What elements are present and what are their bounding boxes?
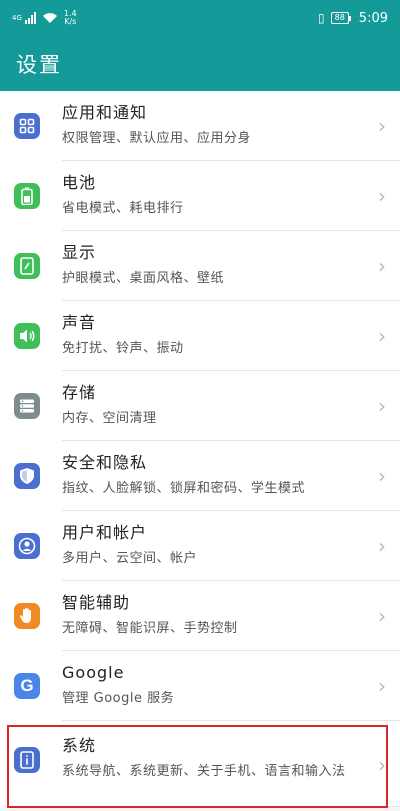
chevron-right-icon: › <box>378 604 386 628</box>
item-subtitle: 指纹、人脸解锁、锁屏和密码、学生模式 <box>62 481 306 496</box>
clock: 5:09 <box>358 10 388 26</box>
info-icon <box>14 747 40 773</box>
item-subtitle: 省电模式、耗电排行 <box>62 201 184 216</box>
chevron-right-icon: › <box>378 254 386 278</box>
chevron-right-icon: › <box>378 394 386 418</box>
item-title: 智能辅助 <box>62 593 131 612</box>
item-title: 电池 <box>62 173 97 192</box>
chevron-right-icon: › <box>378 674 386 698</box>
item-title: 应用和通知 <box>62 103 148 122</box>
chevron-right-icon: › <box>378 753 386 777</box>
item-title: 存储 <box>62 383 97 402</box>
signal-icon <box>24 12 36 24</box>
settings-item-google[interactable]: G Google 管理 Google 服务 › <box>0 651 400 721</box>
item-subtitle: 内存、空间清理 <box>62 411 157 426</box>
settings-list: 应用和通知 权限管理、默认应用、应用分身 › 电池 省电模式、耗电排行 › 显示… <box>0 91 400 807</box>
user-icon <box>14 533 40 559</box>
chevron-right-icon: › <box>378 184 386 208</box>
item-subtitle: 权限管理、默认应用、应用分身 <box>62 131 252 146</box>
settings-item-storage[interactable]: 存储 内存、空间清理 › <box>0 371 400 441</box>
app-bar: 设置 <box>0 36 400 91</box>
item-title: 安全和隐私 <box>62 453 148 472</box>
display-icon <box>14 253 40 279</box>
settings-item-smart-assistance[interactable]: 智能辅助 无障碍、智能识屏、手势控制 › <box>0 581 400 651</box>
settings-item-display[interactable]: 显示 护眼模式、桌面风格、壁纸 › <box>0 231 400 301</box>
shield-icon <box>14 463 40 489</box>
page-title: 设置 <box>16 52 62 77</box>
item-subtitle: 无障碍、智能识屏、手势控制 <box>62 621 238 636</box>
status-bar: 4G 1.4 K/s ▯ 88 5:09 <box>0 0 400 36</box>
chevron-right-icon: › <box>378 464 386 488</box>
settings-item-apps-notifications[interactable]: 应用和通知 权限管理、默认应用、应用分身 › <box>0 91 400 161</box>
item-title: 系统 <box>62 736 97 755</box>
apps-grid-icon <box>14 113 40 139</box>
network-speed: 1.4 K/s <box>63 9 77 26</box>
settings-item-sound[interactable]: 声音 免打扰、铃声、振动 › <box>0 301 400 371</box>
wifi-icon <box>42 13 57 23</box>
battery-icon <box>14 183 40 209</box>
item-subtitle: 免打扰、铃声、振动 <box>62 341 184 356</box>
battery-indicator: 88 <box>330 12 352 24</box>
storage-icon <box>14 393 40 419</box>
item-title: 声音 <box>62 313 97 332</box>
item-subtitle: 系统导航、系统更新、关于手机、语言和输入法 <box>62 764 346 779</box>
item-title: Google <box>62 663 125 682</box>
settings-item-users-accounts[interactable]: 用户和帐户 多用户、云空间、帐户 › <box>0 511 400 581</box>
item-subtitle: 多用户、云空间、帐户 <box>62 551 198 566</box>
item-subtitle: 管理 Google 服务 <box>62 691 175 706</box>
settings-item-battery[interactable]: 电池 省电模式、耗电排行 › <box>0 161 400 231</box>
settings-item-security-privacy[interactable]: 安全和隐私 指纹、人脸解锁、锁屏和密码、学生模式 › <box>0 441 400 511</box>
item-title: 用户和帐户 <box>62 523 148 542</box>
vibrate-icon: ▯ <box>318 11 325 25</box>
chevron-right-icon: › <box>378 114 386 138</box>
item-title: 显示 <box>62 243 97 262</box>
google-icon: G <box>14 673 40 699</box>
chevron-right-icon: › <box>378 534 386 558</box>
speaker-icon <box>14 323 40 349</box>
network-type: 4G <box>12 14 22 22</box>
chevron-right-icon: › <box>378 324 386 348</box>
settings-item-system[interactable]: 系统 系统导航、系统更新、关于手机、语言和输入法 › <box>0 721 400 807</box>
item-subtitle: 护眼模式、桌面风格、壁纸 <box>62 271 225 286</box>
hand-icon <box>14 603 40 629</box>
